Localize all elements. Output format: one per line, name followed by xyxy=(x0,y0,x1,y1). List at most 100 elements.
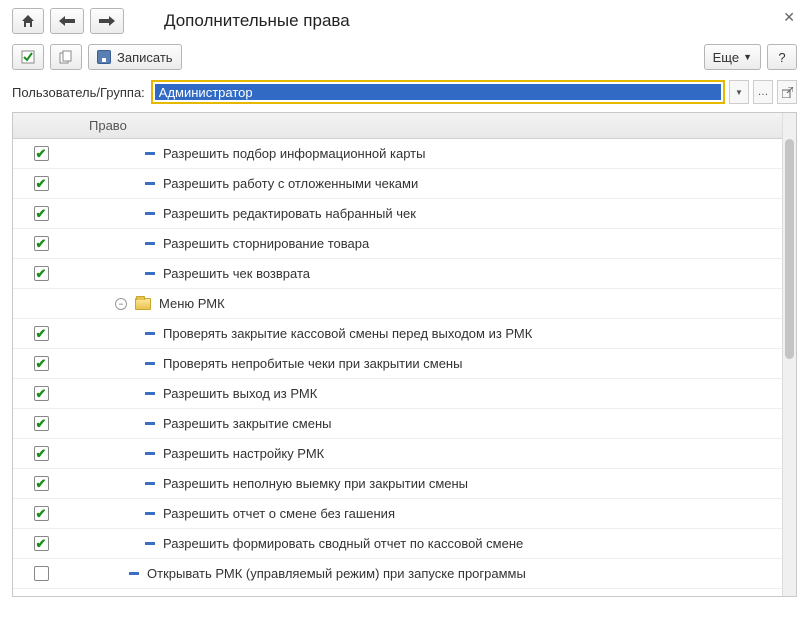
row-checkbox[interactable] xyxy=(34,266,49,281)
row-label: Разрешить редактировать набранный чек xyxy=(163,206,416,221)
row-body: Разрешить формировать сводный отчет по к… xyxy=(69,536,782,551)
table-row[interactable]: Разрешить отчет о смене без гашения xyxy=(13,499,782,529)
row-body: Разрешить подбор информационной карты xyxy=(69,146,782,161)
row-label: Разрешить закрытие смены xyxy=(163,416,331,431)
help-icon: ? xyxy=(778,50,785,65)
table-row[interactable]: Разрешить чек возврата xyxy=(13,259,782,289)
forward-button[interactable] xyxy=(90,8,124,34)
scrollbar[interactable] xyxy=(782,113,796,596)
row-body: Разрешить настройку РМК xyxy=(69,446,782,461)
help-button[interactable]: ? xyxy=(767,44,797,70)
back-button[interactable] xyxy=(50,8,84,34)
row-checkbox[interactable] xyxy=(34,386,49,401)
row-checkbox[interactable] xyxy=(34,236,49,251)
row-checkbox[interactable] xyxy=(34,476,49,491)
save-icon xyxy=(97,50,111,64)
table-row[interactable]: Разрешить редактировать набранный чек xyxy=(13,199,782,229)
row-checkbox[interactable] xyxy=(34,536,49,551)
row-checkbox[interactable] xyxy=(34,416,49,431)
table-row[interactable]: Разрешить настройку РМК xyxy=(13,439,782,469)
table-row[interactable]: − Меню РМК xyxy=(13,289,782,319)
folder-icon xyxy=(135,298,151,310)
row-body: Разрешить сторнирование товара xyxy=(69,236,782,251)
row-checkbox-cell xyxy=(13,176,69,191)
toolbar: Записать Еще ▼ ? xyxy=(0,38,809,76)
row-checkbox-cell xyxy=(13,266,69,281)
leaf-icon xyxy=(145,482,155,485)
row-body: Открывать РМК (управляемый режим) при за… xyxy=(69,566,782,581)
leaf-icon xyxy=(145,422,155,425)
leaf-icon xyxy=(145,242,155,245)
table-row[interactable]: Разрешить формировать сводный отчет по к… xyxy=(13,529,782,559)
user-group-field-wrap xyxy=(151,80,725,104)
table-row[interactable]: Разрешить неполную выемку при закрытии с… xyxy=(13,469,782,499)
row-checkbox[interactable] xyxy=(34,326,49,341)
row-body: Разрешить отчет о смене без гашения xyxy=(69,506,782,521)
row-checkbox[interactable] xyxy=(34,566,49,581)
copy-button[interactable] xyxy=(50,44,82,70)
leaf-icon xyxy=(145,272,155,275)
leaf-icon xyxy=(145,542,155,545)
expand-toggle[interactable]: − xyxy=(115,298,127,310)
row-label: Разрешить отчет о смене без гашения xyxy=(163,506,395,521)
row-checkbox-cell xyxy=(13,386,69,401)
table-row[interactable]: Проверять непробитые чеки при закрытии с… xyxy=(13,349,782,379)
row-body: Разрешить редактировать набранный чек xyxy=(69,206,782,221)
row-checkbox-cell xyxy=(13,326,69,341)
row-checkbox-cell xyxy=(13,356,69,371)
row-checkbox[interactable] xyxy=(34,206,49,221)
row-label: Разрешить выход из РМК xyxy=(163,386,317,401)
home-icon xyxy=(21,14,35,28)
row-label: Разрешить настройку РМК xyxy=(163,446,324,461)
row-label: Разрешить сторнирование товара xyxy=(163,236,369,251)
row-checkbox[interactable] xyxy=(34,446,49,461)
table-row[interactable]: Проверять закрытие кассовой смены перед … xyxy=(13,319,782,349)
open-external-icon xyxy=(782,87,793,98)
select-button[interactable]: … xyxy=(753,80,773,104)
table-row[interactable]: Открывать РМК (управляемый режим) при за… xyxy=(13,559,782,589)
save-label: Записать xyxy=(117,50,173,65)
row-checkbox[interactable] xyxy=(34,506,49,521)
rights-grid: Право Разрешить подбор информационной ка… xyxy=(12,112,797,597)
row-label: Меню РМК xyxy=(159,296,225,311)
chevron-down-icon: ▼ xyxy=(735,88,743,97)
user-group-input[interactable] xyxy=(155,84,721,100)
more-button[interactable]: Еще ▼ xyxy=(704,44,761,70)
save-button[interactable]: Записать xyxy=(88,44,182,70)
row-body: Разрешить выход из РМК xyxy=(69,386,782,401)
row-body: Разрешить чек возврата xyxy=(69,266,782,281)
ellipsis-icon: … xyxy=(758,86,769,98)
scrollbar-thumb[interactable] xyxy=(785,139,794,359)
leaf-icon xyxy=(145,452,155,455)
open-button[interactable] xyxy=(777,80,797,104)
row-checkbox[interactable] xyxy=(34,146,49,161)
row-label: Разрешить неполную выемку при закрытии с… xyxy=(163,476,468,491)
row-body: Разрешить работу с отложенными чеками xyxy=(69,176,782,191)
user-group-label: Пользователь/Группа: xyxy=(12,85,145,100)
table-row[interactable]: Разрешить выход из РМК xyxy=(13,379,782,409)
close-button[interactable]: ✕ xyxy=(783,10,795,24)
row-body: Разрешить закрытие смены xyxy=(69,416,782,431)
row-checkbox-cell xyxy=(13,566,69,581)
grid-body[interactable]: Право Разрешить подбор информационной ка… xyxy=(13,113,782,596)
arrow-left-icon xyxy=(59,16,75,26)
check-all-button[interactable] xyxy=(12,44,44,70)
home-button[interactable] xyxy=(12,8,44,34)
table-row[interactable]: Разрешить закрытие смены xyxy=(13,409,782,439)
table-row[interactable]: Разрешить работу с отложенными чеками xyxy=(13,169,782,199)
row-checkbox-cell xyxy=(13,476,69,491)
row-checkbox-cell xyxy=(13,416,69,431)
table-row[interactable]: Разрешить подбор информационной карты xyxy=(13,139,782,169)
close-icon: ✕ xyxy=(783,9,795,25)
dropdown-button[interactable]: ▼ xyxy=(729,80,749,104)
table-row[interactable]: Разрешить сторнирование товара xyxy=(13,229,782,259)
row-checkbox-cell xyxy=(13,506,69,521)
col-right-header: Право xyxy=(69,118,782,133)
user-group-row: Пользователь/Группа: ▼ … xyxy=(0,76,809,112)
window-header: Дополнительные права ✕ xyxy=(0,0,809,38)
row-checkbox[interactable] xyxy=(34,176,49,191)
row-checkbox-cell xyxy=(13,446,69,461)
grid-header: Право xyxy=(13,113,782,139)
check-sheet-icon xyxy=(21,50,35,64)
row-checkbox[interactable] xyxy=(34,356,49,371)
